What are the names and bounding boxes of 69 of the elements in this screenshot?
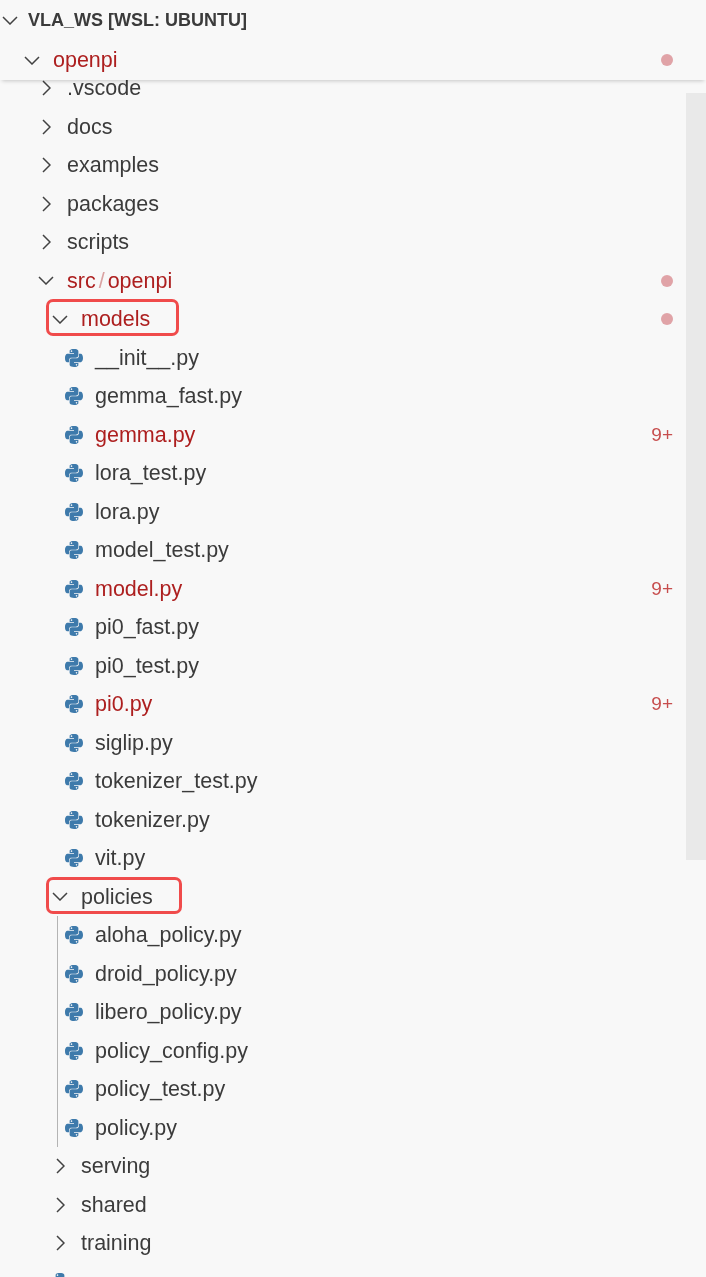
problem-count: 9+ <box>651 423 673 446</box>
chevron-down-icon[interactable] <box>24 55 40 65</box>
folder-name[interactable]: .vscode <box>67 76 142 100</box>
python-icon <box>65 695 83 713</box>
file-name[interactable]: libero_policy.py <box>95 1000 242 1024</box>
folder-name[interactable]: examples <box>67 153 159 177</box>
file-name[interactable]: tokenizer.py <box>95 807 210 832</box>
folder-name[interactable]: policies <box>81 884 153 909</box>
problem-count: 9+ <box>651 693 673 715</box>
python-icon <box>65 849 83 867</box>
python-icon <box>65 387 83 405</box>
chevron-right-icon[interactable] <box>41 118 51 135</box>
python-icon <box>65 618 83 636</box>
folder-name[interactable]: serving <box>81 1154 151 1178</box>
chevron-right-icon[interactable] <box>41 157 51 173</box>
file-name[interactable]: pi0_fast.py <box>95 615 199 639</box>
file-name[interactable]: model.py <box>95 576 183 601</box>
chevron-right-icon[interactable] <box>41 234 51 250</box>
folder-name[interactable]: scripts <box>67 230 130 254</box>
folder-name[interactable]: training <box>81 1231 152 1255</box>
folder-name[interactable]: shared <box>81 1192 147 1217</box>
folder-name[interactable]: packages <box>67 191 160 216</box>
folder-name[interactable]: docs <box>67 114 113 139</box>
section-title[interactable]: VLA_WS [WSL: UBUNTU] <box>28 10 247 31</box>
python-icon <box>65 733 83 752</box>
python-icon <box>65 1080 83 1098</box>
file-name[interactable]: policy_test.py <box>95 1077 226 1101</box>
file-name[interactable]: tokenizer_test.py <box>95 769 258 793</box>
python-icon <box>65 464 83 482</box>
file-name[interactable]: policy_config.py <box>95 1038 248 1063</box>
file-name[interactable]: gemma_fast.py <box>95 384 242 408</box>
file-name[interactable]: vit.py <box>95 846 146 870</box>
folder-name[interactable]: models <box>81 307 151 331</box>
python-icon <box>65 1003 83 1021</box>
python-icon <box>65 656 83 675</box>
python-icon <box>65 810 83 829</box>
file-name[interactable]: lora.py <box>95 499 160 524</box>
file-name[interactable]: lora_test.py <box>95 461 207 485</box>
chevron-down-icon[interactable] <box>52 892 68 901</box>
folder-name[interactable]: openpi <box>53 48 118 73</box>
chevron-right-icon[interactable] <box>55 1196 65 1213</box>
python-icon <box>65 348 83 367</box>
folder-name[interactable]: src/openpi <box>67 268 173 293</box>
python-icon <box>65 1118 83 1137</box>
file-name[interactable]: gemma.py <box>95 422 196 447</box>
chevron-down-icon[interactable] <box>38 276 54 285</box>
chevron-right-icon[interactable] <box>41 80 51 96</box>
chevron-right-icon[interactable] <box>41 195 51 212</box>
chevron-down-icon[interactable] <box>2 16 18 25</box>
file-name[interactable]: pi0_test.py <box>95 653 199 678</box>
python-icon <box>65 1041 83 1060</box>
file-name[interactable]: model_test.py <box>95 538 229 562</box>
python-icon <box>65 541 83 559</box>
file-name[interactable]: droid_policy.py <box>95 961 237 986</box>
file-name[interactable]: __init__.py <box>95 345 199 370</box>
chevron-right-icon[interactable] <box>55 1235 65 1251</box>
python-icon <box>65 425 83 444</box>
file-name[interactable]: pi0.py <box>95 692 153 716</box>
problem-count: 9+ <box>651 577 673 600</box>
python-icon <box>65 502 83 521</box>
python-icon <box>65 964 83 983</box>
python-icon <box>65 926 83 944</box>
python-icon <box>65 579 83 598</box>
file-name[interactable]: aloha_policy.py <box>95 923 242 947</box>
chevron-down-icon[interactable] <box>52 314 68 324</box>
python-icon <box>65 772 83 790</box>
file-name[interactable]: siglip.py <box>95 730 173 755</box>
file-name[interactable]: policy.py <box>95 1115 178 1140</box>
chevron-right-icon[interactable] <box>55 1158 65 1174</box>
